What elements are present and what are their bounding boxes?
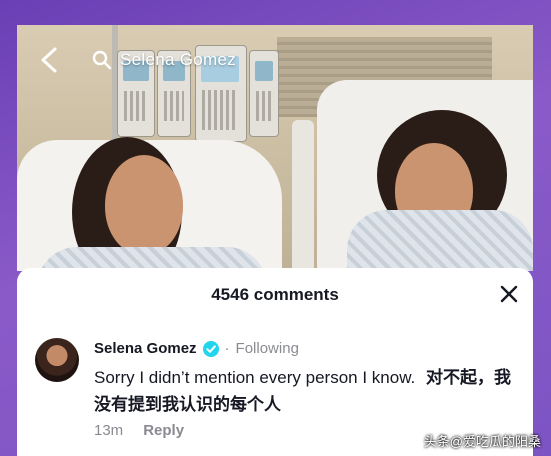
comment-author[interactable]: Selena Gomez [94,340,197,357]
comment-text-english: Sorry I didn’t mention every person I kn… [94,368,416,387]
verified-badge-icon [202,340,219,357]
close-icon[interactable] [499,284,519,304]
separator-dot: · [224,340,230,357]
comment-text: Sorry I didn’t mention every person I kn… [94,364,514,418]
bed-rail [292,120,314,271]
watermark: 头条@爱吃瓜的阳桑 [424,431,541,450]
comments-sheet: 4546 comments Selena Gomez · Following S… [17,268,533,456]
search-icon [92,50,112,70]
person-right-gown [347,210,533,271]
back-arrow-icon[interactable] [38,46,62,74]
watermark-text: 头条@爱吃瓜的阳桑 [423,434,541,449]
search-query-text: Selena Gomez [120,50,237,69]
search-bar[interactable]: Selena Gomez [92,46,236,74]
comment-time: 13m [94,422,124,439]
iv-pump [249,50,279,137]
reply-button[interactable]: Reply [143,422,184,439]
following-label[interactable]: Following [236,340,299,357]
comments-count: 4546 comments [211,285,339,304]
comment-meta: 13m Reply [94,422,184,439]
person-left-face [105,155,183,255]
comment-header: Selena Gomez · Following [94,340,299,357]
avatar[interactable] [35,338,79,382]
